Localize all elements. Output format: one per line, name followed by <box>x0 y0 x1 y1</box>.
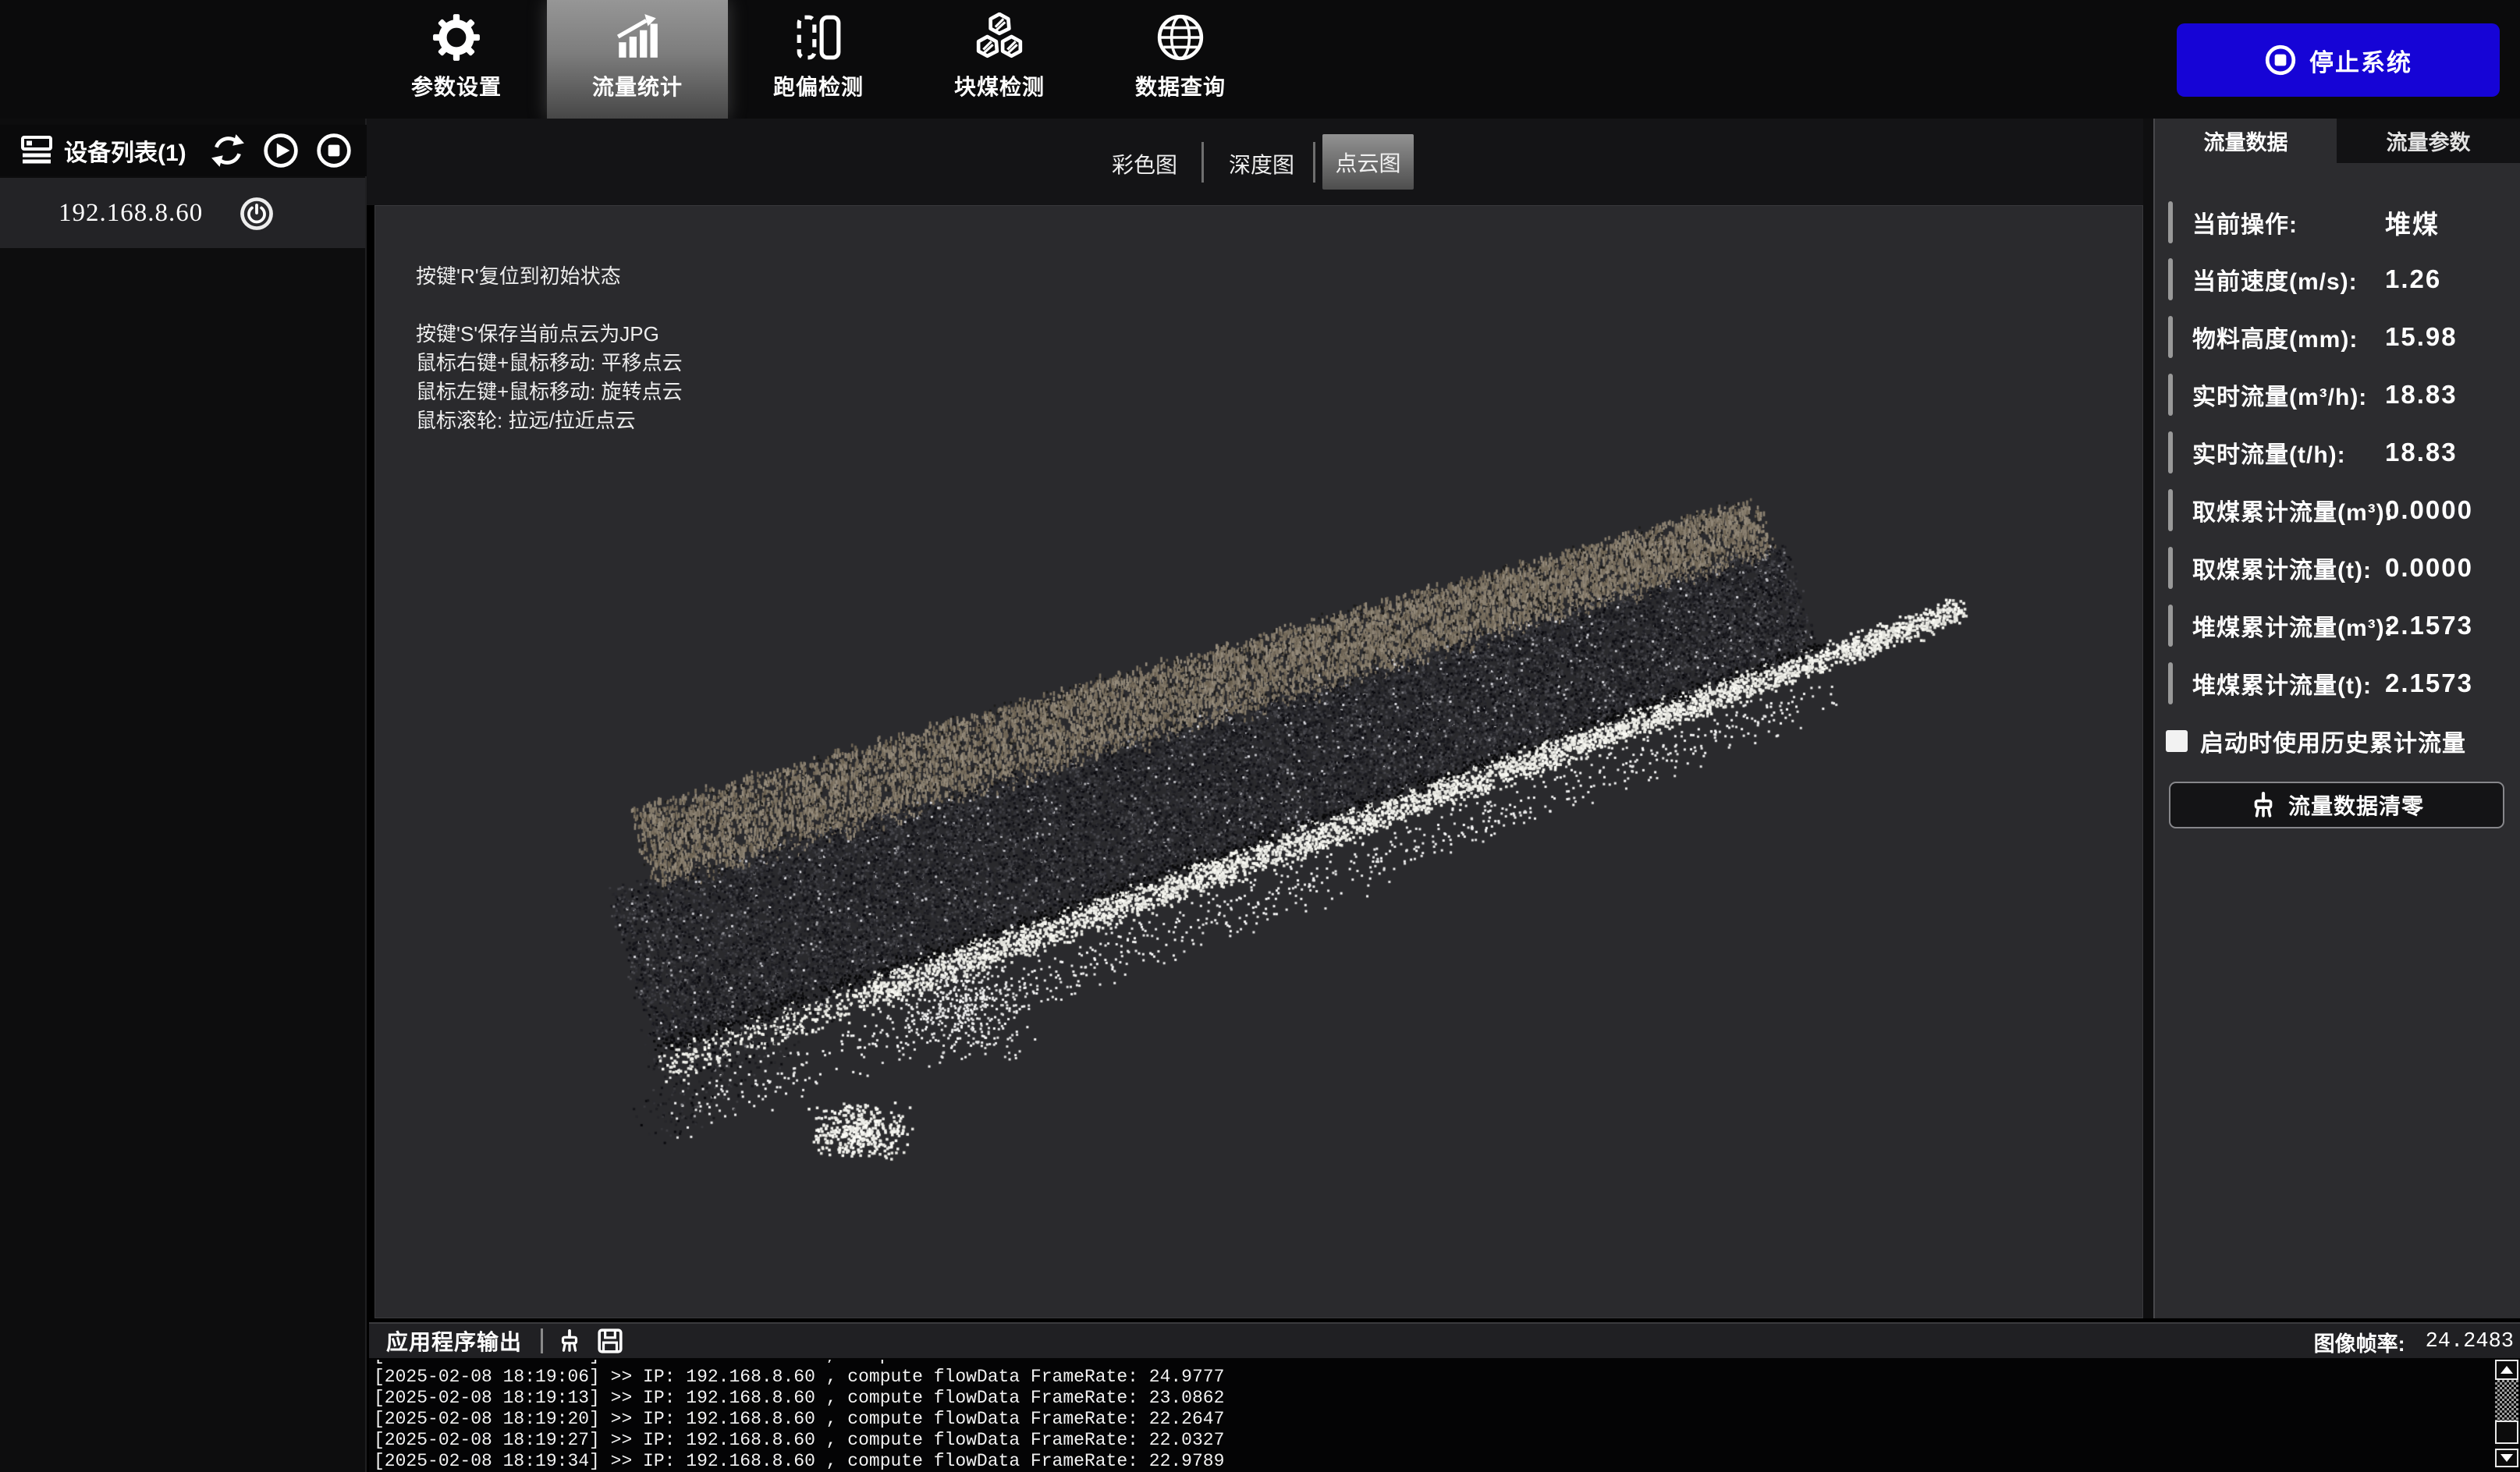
broom-icon <box>2249 791 2277 819</box>
tab-flow-parameters[interactable]: 流量参数 <box>2337 119 2520 163</box>
toolbar-item-label: 跑偏检测 <box>773 70 864 101</box>
toolbar-item-parameter-settings[interactable]: 参数设置 <box>366 0 547 119</box>
toolbar-item-data-query[interactable]: 数据查询 <box>1090 0 1271 119</box>
application-output-console: 应用程序输出 图像帧率: 24.2483 [2025-02-08 18:19:0… <box>369 1322 2520 1472</box>
log-output: [2025-02-08 18:19:06] >> IP: 192.168.8.6… <box>374 1360 2480 1472</box>
row-marker <box>2168 431 2173 474</box>
toolbar-items: 参数设置 流量统计 <box>366 0 1271 119</box>
panel-gutter <box>2143 119 2153 1318</box>
belt-deviation-icon <box>793 12 843 62</box>
tab-depth-map[interactable]: 深度图 <box>1229 148 1294 179</box>
stop-system-label: 停止系统 <box>2309 43 2412 78</box>
framerate-readout: 图像帧率: 24.2483 <box>2314 1324 2514 1360</box>
save-log-icon[interactable] <box>596 1327 624 1355</box>
tab-divider <box>1201 142 1204 183</box>
log-line: [2025-02-08 18:19:27] >> IP: 192.168.8.6… <box>374 1430 2480 1451</box>
console-header: 应用程序输出 图像帧率: 24.2483 <box>369 1322 2520 1358</box>
log-scrollbar[interactable] <box>2495 1360 2518 1472</box>
tab-point-cloud-label: 点云图 <box>1335 147 1400 178</box>
coal-lumps-icon <box>974 12 1024 62</box>
toolbar-item-flow-statistics[interactable]: 流量统计 <box>547 0 728 119</box>
toolbar-item-deviation-detection[interactable]: 跑偏检测 <box>728 0 909 119</box>
device-ip: 192.168.8.60 <box>59 199 203 228</box>
refresh-devices-icon[interactable] <box>210 133 246 168</box>
globe-icon <box>1155 12 1205 62</box>
flow-row-realtime-flow-m3: 实时流量(m³/h): 18.83 <box>2155 373 2520 417</box>
row-marker <box>2168 258 2173 300</box>
bar-chart-icon <box>612 12 662 62</box>
start-all-icon[interactable] <box>263 133 299 168</box>
view-tab-strip: 彩色图 深度图 点云图 <box>367 119 2146 205</box>
viewer-instructions: 按键'R'复位到初始状态 按键'S'保存当前点云为JPG 鼠标右键+鼠标移动: … <box>416 262 683 435</box>
flow-panel-tabs: 流量数据 流量参数 <box>2155 119 2520 163</box>
clear-flow-data-label: 流量数据清零 <box>2288 789 2424 821</box>
device-list-title: 设备列表(1) <box>64 133 186 168</box>
device-sidebar <box>0 119 367 1472</box>
device-power-icon[interactable] <box>239 196 275 232</box>
flow-row-current-speed: 当前速度(m/s): 1.26 <box>2155 257 2520 301</box>
log-line: [2025-02-08 18:19:20] >> IP: 192.168.8.6… <box>374 1409 2480 1430</box>
console-title: 应用程序输出 <box>386 1325 522 1357</box>
flow-row-stack-total-m3: 堆煤累计流量(m³): 2.1573 <box>2155 604 2520 647</box>
tab-color-map[interactable]: 彩色图 <box>1112 148 1177 179</box>
scrollbar-track[interactable] <box>2495 1380 2518 1421</box>
flow-row-current-operation: 当前操作: 堆煤 <box>2155 200 2520 244</box>
row-marker <box>2168 316 2173 358</box>
clear-flow-data-button[interactable]: 流量数据清零 <box>2169 782 2504 828</box>
row-marker <box>2168 547 2173 589</box>
scroll-down-arrow[interactable] <box>2495 1449 2518 1467</box>
flow-row-reclaim-total-m3: 取煤累计流量(m³): 0.0000 <box>2155 488 2520 532</box>
row-marker <box>2168 374 2173 416</box>
framerate-value: 24.2483 <box>2426 1330 2514 1353</box>
device-list-icon <box>20 135 53 166</box>
toolbar-item-lump-coal-detection[interactable]: 块煤检测 <box>909 0 1090 119</box>
stop-icon <box>2264 44 2297 76</box>
log-line: [2025-02-08 18:19:34] >> IP: 192.168.8.6… <box>374 1451 2480 1472</box>
flow-data-panel: 流量数据 流量参数 当前操作: 堆煤 当前速度(m/s): 1.26 物料高度(… <box>2153 119 2520 1318</box>
top-toolbar: 参数设置 流量统计 <box>0 0 2520 120</box>
stop-all-icon[interactable] <box>316 133 352 168</box>
scrollbar-thumb[interactable] <box>2495 1421 2518 1444</box>
point-cloud-viewport[interactable]: 按键'R'复位到初始状态 按键'S'保存当前点云为JPG 鼠标右键+鼠标移动: … <box>374 205 2143 1318</box>
log-line: [2025-02-08 18:19:13] >> IP: 192.168.8.6… <box>374 1388 2480 1409</box>
log-line: [2025-02-08 18:19:06] >> IP: 192.168.8.6… <box>374 1367 2480 1388</box>
flow-row-stack-total-t: 堆煤累计流量(t): 2.1573 <box>2155 662 2520 705</box>
scroll-up-arrow[interactable] <box>2495 1360 2518 1380</box>
history-total-row: 启动时使用历史累计流量 <box>2155 719 2520 763</box>
device-list-header: 设备列表(1) <box>0 125 367 176</box>
tab-divider <box>1313 142 1315 183</box>
console-header-divider <box>541 1328 543 1353</box>
row-marker <box>2168 489 2173 531</box>
row-marker <box>2168 201 2173 243</box>
toolbar-item-label: 流量统计 <box>592 70 683 101</box>
tab-flow-data[interactable]: 流量数据 <box>2155 119 2337 163</box>
toolbar-item-label: 数据查询 <box>1135 70 1226 101</box>
toolbar-item-label: 块煤检测 <box>954 70 1045 101</box>
row-marker <box>2168 605 2173 647</box>
gear-icon <box>431 12 481 62</box>
framerate-label: 图像帧率: <box>2314 1327 2405 1357</box>
flow-row-realtime-flow-t: 实时流量(t/h): 18.83 <box>2155 431 2520 474</box>
history-total-checkbox[interactable] <box>2166 730 2188 752</box>
device-row[interactable]: 192.168.8.60 <box>0 178 365 248</box>
toolbar-item-label: 参数设置 <box>411 70 502 101</box>
history-total-label: 启动时使用历史累计流量 <box>2200 724 2466 758</box>
row-marker <box>2168 662 2173 704</box>
flow-row-material-height: 物料高度(mm): 15.98 <box>2155 315 2520 359</box>
stop-system-button[interactable]: 停止系统 <box>2177 23 2500 97</box>
log-partial-line: [2025-02-08 18:19:06] >> IP: 192.168.8.6… <box>374 1360 2480 1367</box>
flow-row-reclaim-total-t: 取煤累计流量(t): 0.0000 <box>2155 546 2520 590</box>
tab-point-cloud[interactable]: 点云图 <box>1322 134 1414 190</box>
clear-log-broom-icon[interactable] <box>557 1328 582 1353</box>
